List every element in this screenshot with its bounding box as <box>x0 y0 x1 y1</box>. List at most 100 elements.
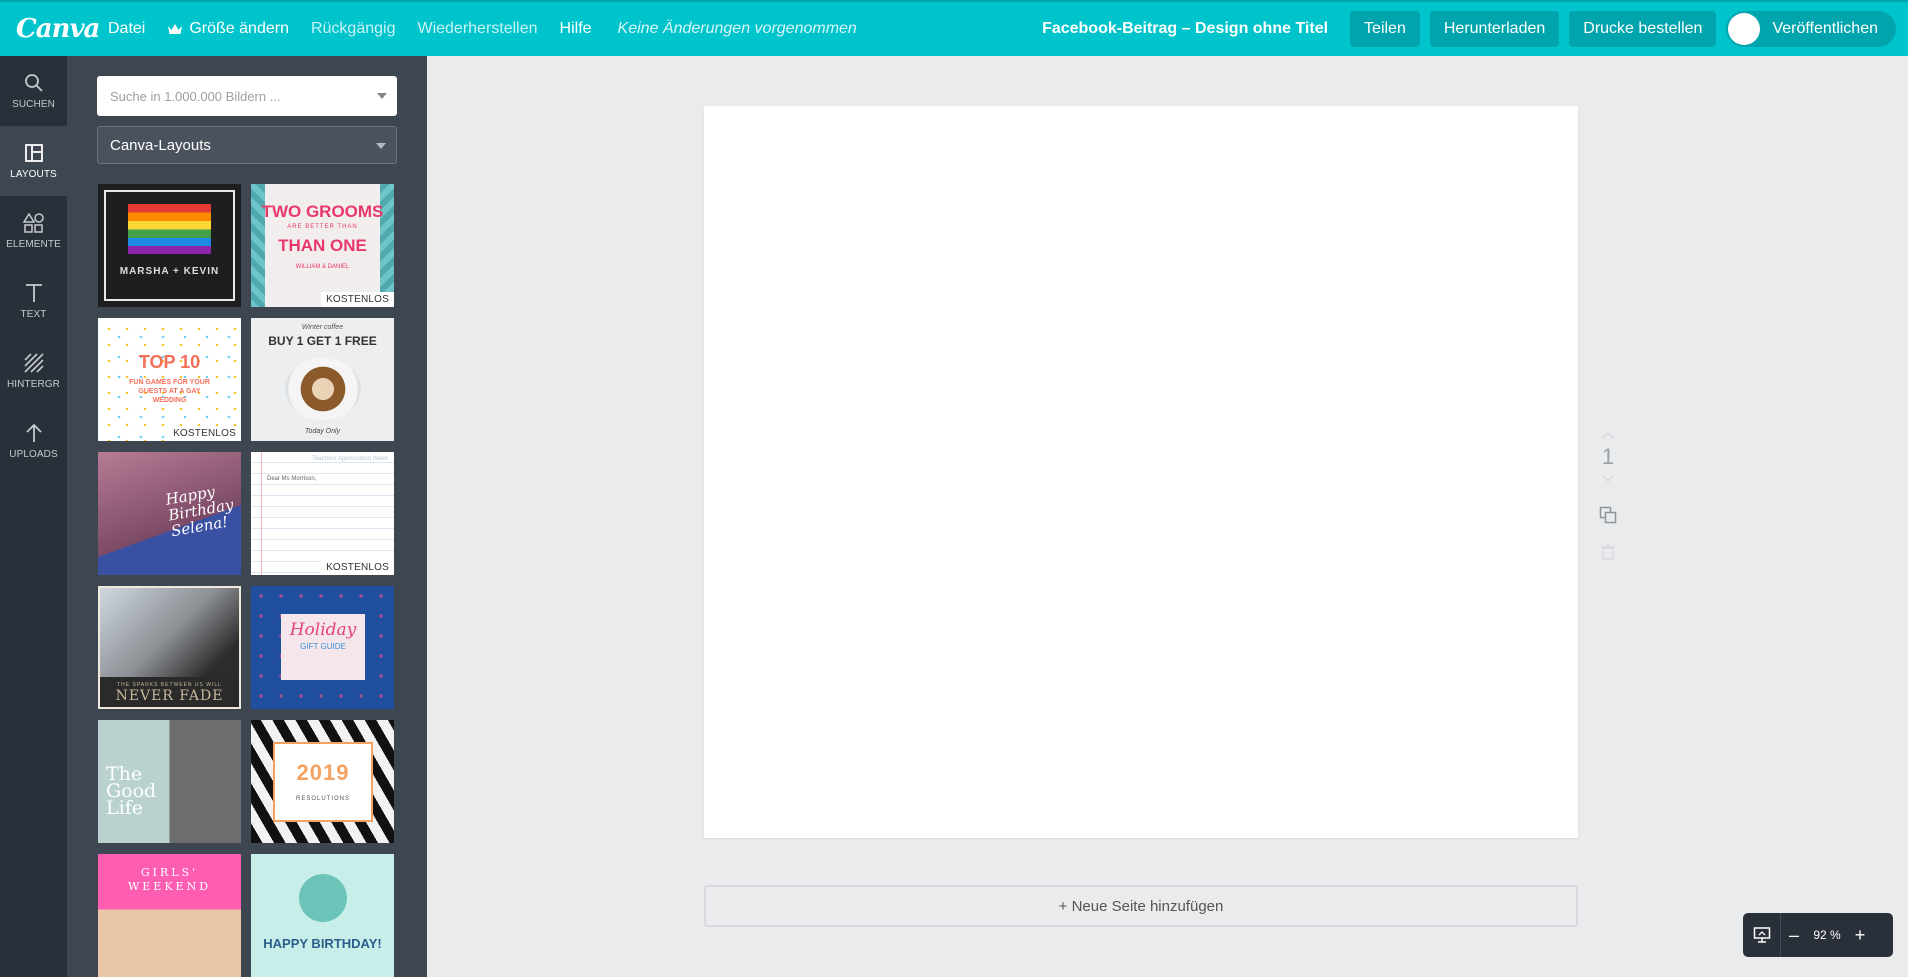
rainbow-flag <box>128 204 211 254</box>
text-icon <box>25 284 42 302</box>
sidebar-item-elements[interactable]: ELEMENTE <box>0 196 67 266</box>
free-badge: KOSTENLOS <box>168 426 241 441</box>
help-menu[interactable]: Hilfe <box>560 20 592 38</box>
chevron-down-icon <box>376 143 386 149</box>
publish-button[interactable]: Veröffentlichen <box>1726 11 1896 47</box>
sidebar-item-search[interactable]: SUCHEN <box>0 56 67 126</box>
sidebar-rail: SUCHEN LAYOUTS ELEMENTE TEXT HINTERGR UP… <box>0 56 67 977</box>
layout-thumb-holiday[interactable]: Holiday GIFT GUIDE <box>251 586 394 709</box>
layout-thumb-teacher-letter[interactable]: Teachers Appreciation Week Dear Ms Morri… <box>251 452 394 575</box>
background-icon <box>23 353 44 373</box>
publish-toggle-knob <box>1728 13 1761 45</box>
thumb-text: ARE BETTER THAN <box>287 224 358 230</box>
download-button[interactable]: Herunterladen <box>1429 11 1560 47</box>
thumb-text: FUN GAMES FOR YOUR GUESTS AT A GAY WEDDI… <box>129 379 210 404</box>
layout-source-select[interactable]: Canva-Layouts <box>97 126 397 164</box>
thumb-text: BUY 1 GET 1 FREE <box>268 334 377 348</box>
thumb-text: Happy Birthday Selena! <box>164 481 237 540</box>
delete-page-icon[interactable] <box>1601 544 1615 560</box>
thumb-text: Teachers Appreciation Week <box>312 456 388 462</box>
layout-thumb-two-grooms[interactable]: TWO GROOMS ARE BETTER THAN THAN ONE WILL… <box>251 184 394 307</box>
layout-thumb-happy-birthday[interactable]: HAPPY BIRTHDAY! <box>251 854 394 977</box>
add-page-button[interactable]: + Neue Seite hinzufügen <box>704 885 1578 927</box>
thumb-text: GIFT GUIDE <box>300 642 346 651</box>
chevron-down-icon[interactable] <box>377 93 387 99</box>
upload-icon <box>25 423 42 442</box>
thumb-line: Life <box>106 797 143 819</box>
sidebar-item-label: HINTERGR <box>6 379 61 390</box>
duplicate-page-icon[interactable] <box>1599 506 1617 524</box>
resize-label: Größe ändern <box>189 20 289 37</box>
thumb-text: Dear Ms Morrison, <box>267 476 317 482</box>
shapes-icon <box>22 212 44 233</box>
sidebar-item-text[interactable]: TEXT <box>0 266 67 336</box>
sidebar-item-layouts[interactable]: LAYOUTS <box>0 126 67 196</box>
layout-thumb-coffee[interactable]: Winter coffee BUY 1 GET 1 FREE Today Onl… <box>251 318 394 441</box>
zoom-control: – 92 % + <box>1743 913 1893 957</box>
layout-thumb-rainbow[interactable]: MARSHA + KEVIN <box>98 184 241 307</box>
resize-button[interactable]: Größe ändern <box>167 20 289 38</box>
page-tools: 1 <box>1596 430 1620 560</box>
sidebar-item-label: UPLOADS <box>9 449 58 460</box>
sidebar-item-label: SUCHEN <box>12 99 55 110</box>
share-button[interactable]: Teilen <box>1350 11 1420 47</box>
margin-line <box>261 452 262 575</box>
thumb-text: NEVER FADE <box>115 688 224 704</box>
thumb-text: Today Only <box>304 428 341 435</box>
zoom-level[interactable]: 92 % <box>1807 928 1847 942</box>
document-title[interactable]: Facebook-Beitrag – Design ohne Titel <box>1042 20 1328 38</box>
present-button[interactable] <box>1743 913 1781 957</box>
layout-thumb-good-life[interactable]: The Good Life <box>98 720 241 843</box>
thumb-text: 2019 <box>296 760 350 785</box>
coffee-cup-image <box>285 358 361 420</box>
thumb-text: MARSHA + KEVIN <box>119 266 220 277</box>
sidebar-item-uploads[interactable]: UPLOADS <box>0 406 67 476</box>
search-icon <box>24 74 43 92</box>
layout-thumb-2019[interactable]: 2019 RESOLUTIONS <box>251 720 394 843</box>
search-input[interactable]: Suche in 1.000.000 Bildern ... <box>97 76 397 116</box>
layout-thumb-girls-weekend[interactable]: GIRLS' WEEKEND <box>98 854 241 977</box>
layout-thumb-top10[interactable]: TOP 10 FUN GAMES FOR YOUR GUESTS AT A GA… <box>98 318 241 441</box>
layout-thumb-birthday[interactable]: Happy Birthday Selena! <box>98 452 241 575</box>
save-status: Keine Änderungen vorgenommen <box>617 20 857 37</box>
file-menu[interactable]: Datei <box>108 20 145 38</box>
free-badge: KOSTENLOS <box>321 292 394 307</box>
sidebar-item-label: ELEMENTE <box>6 239 61 250</box>
thumb-text: The Good Life <box>106 765 156 819</box>
design-page[interactable] <box>704 106 1578 838</box>
layout-grid: MARSHA + KEVIN TWO GROOMS ARE BETTER THA… <box>98 184 394 977</box>
redo-button[interactable]: Wiederherstellen <box>417 20 537 38</box>
free-badge: KOSTENLOS <box>321 560 394 575</box>
undo-button[interactable]: Rückgängig <box>311 20 396 38</box>
thumb-line: WEEKEND <box>127 880 212 893</box>
sidebar-item-background[interactable]: HINTERGR <box>0 336 67 406</box>
thumb-text: Winter coffee <box>301 324 344 331</box>
search-placeholder: Suche in 1.000.000 Bildern ... <box>110 88 281 104</box>
thumb-text: GIRLS' WEEKEND <box>98 866 241 894</box>
thumb-text: TWO GROOMS <box>261 202 384 221</box>
top-bar: Canva Datei Größe ändern Rückgängig Wied… <box>0 0 1908 56</box>
zoom-out-button[interactable]: – <box>1781 925 1807 946</box>
thumb-text: HAPPY BIRTHDAY! <box>263 936 382 951</box>
thumb-text: THAN ONE <box>278 236 367 255</box>
layout-thumb-never-fade[interactable]: THE SPARKS BETWEEN US WILL NEVER FADE <box>98 586 241 709</box>
present-icon <box>1753 927 1770 943</box>
canva-logo[interactable]: Canva <box>0 14 100 44</box>
thumb-text: RESOLUTIONS <box>295 796 350 802</box>
thumb-text: WILLIAM & DANIEL <box>295 264 350 270</box>
layouts-panel: Suche in 1.000.000 Bildern ... Canva-Lay… <box>67 56 427 977</box>
move-page-down-icon[interactable] <box>1601 474 1615 484</box>
page-number: 1 <box>1601 444 1615 469</box>
layout-icon <box>24 144 43 162</box>
move-page-up-icon[interactable] <box>1601 430 1615 440</box>
thumb-line: GIRLS' <box>140 866 199 879</box>
publish-label: Veröffentlichen <box>1772 20 1878 37</box>
sidebar-item-label: LAYOUTS <box>10 169 57 180</box>
zoom-in-button[interactable]: + <box>1847 925 1873 946</box>
layout-source-value: Canva-Layouts <box>110 136 211 154</box>
monster-illustration <box>299 874 347 922</box>
sidebar-item-label: TEXT <box>20 309 47 320</box>
main-menu: Datei Größe ändern Rückgängig Wiederhers… <box>108 2 857 56</box>
order-prints-button[interactable]: Drucke bestellen <box>1569 11 1717 47</box>
thumb-text: Holiday <box>289 620 357 640</box>
